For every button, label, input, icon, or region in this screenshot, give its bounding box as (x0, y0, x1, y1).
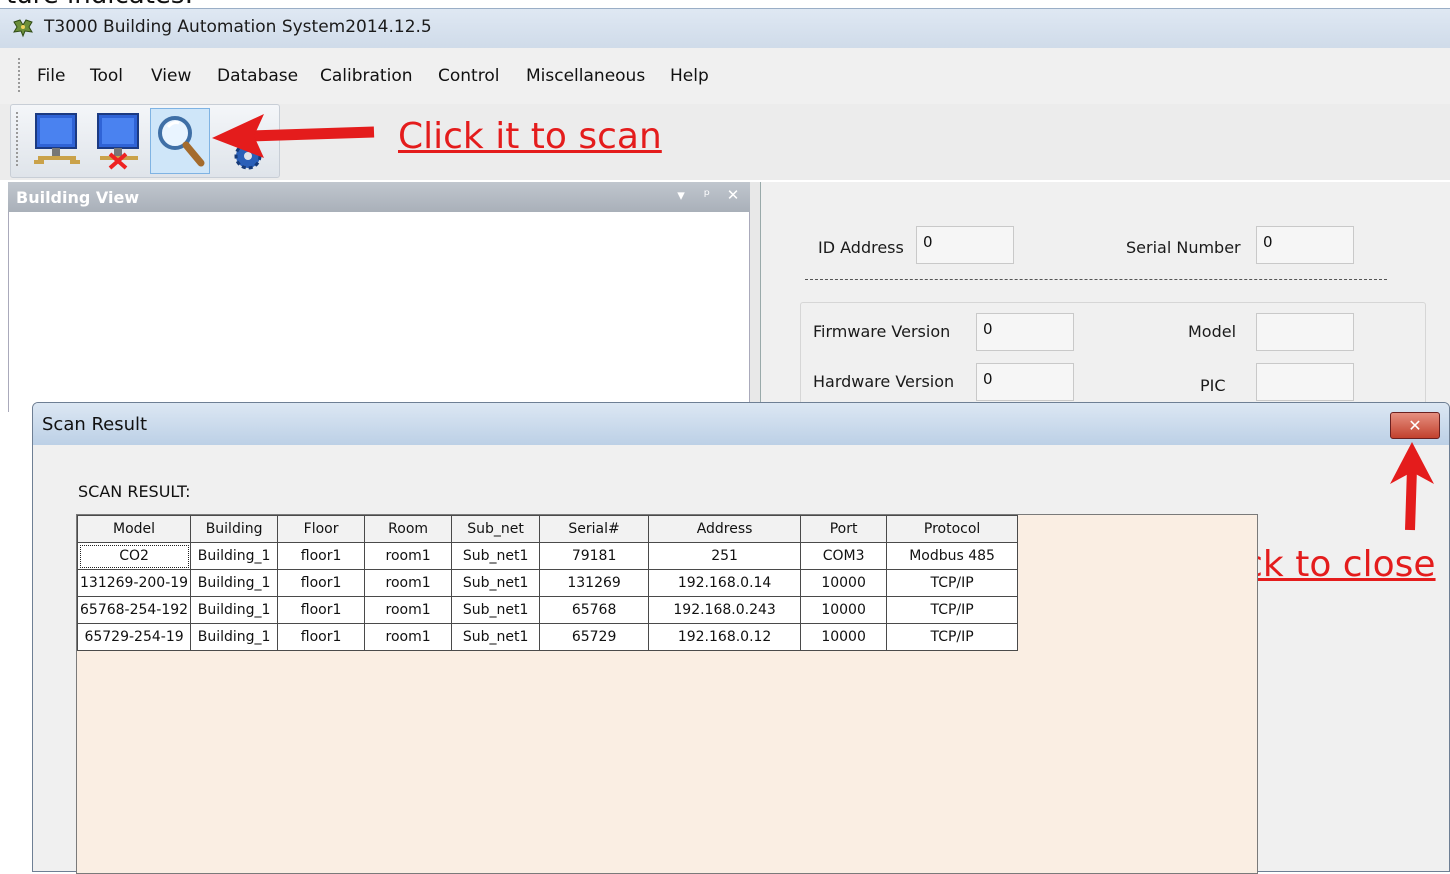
column-header-address[interactable]: Address (648, 515, 802, 543)
table-row[interactable]: 65768-254-192 Building_1 floor1 room1 Su… (76, 596, 1019, 624)
table-cell[interactable]: TCP/IP (886, 569, 1019, 597)
table-cell[interactable]: Sub_net1 (451, 596, 541, 624)
table-cell[interactable]: room1 (364, 569, 453, 597)
disconnect-button[interactable] (92, 110, 148, 172)
scan-annotation: Click it to scan (398, 116, 662, 157)
table-cell[interactable]: 10000 (800, 596, 888, 624)
menu-control[interactable]: Control (438, 66, 499, 86)
network-computer-icon (34, 113, 80, 164)
connect-button[interactable] (30, 110, 86, 172)
table-cell[interactable]: CO2 (76, 542, 192, 570)
dialog-title: Scan Result (42, 414, 148, 435)
id-address-label: ID Address (818, 238, 904, 257)
scan-button[interactable] (150, 108, 210, 174)
firmware-version-label: Firmware Version (813, 322, 951, 341)
pane-close-icon[interactable]: ✕ (724, 186, 742, 204)
table-cell[interactable]: 251 (648, 542, 802, 570)
divider (805, 279, 1387, 280)
table-cell[interactable]: floor1 (277, 542, 366, 570)
column-header-floor[interactable]: Floor (277, 515, 366, 543)
app-logo-icon (13, 19, 33, 38)
pic-field[interactable] (1256, 363, 1354, 401)
serial-number-label: Serial Number (1126, 238, 1241, 257)
pane-splitter[interactable] (750, 182, 760, 412)
table-cell[interactable]: Sub_net1 (451, 569, 541, 597)
table-cell[interactable]: 65729-254-19 (76, 623, 192, 651)
table-cell[interactable]: 192.168.0.243 (648, 596, 802, 624)
model-label: Model (1188, 322, 1237, 341)
table-cell[interactable]: TCP/IP (886, 596, 1019, 624)
column-header-subnet[interactable]: Sub_net (451, 515, 541, 543)
toolbar-grip[interactable] (16, 112, 18, 168)
table-cell[interactable]: 65768 (539, 596, 650, 624)
menu-tool[interactable]: Tool (90, 66, 123, 86)
table-cell[interactable]: room1 (364, 542, 453, 570)
pic-label: PIC (1200, 376, 1226, 395)
table-cell[interactable]: room1 (364, 623, 453, 651)
table-cell[interactable]: 65768-254-192 (76, 596, 192, 624)
menu-miscellaneous[interactable]: Miscellaneous (526, 66, 645, 86)
menu-file[interactable]: File (37, 66, 65, 86)
table-cell[interactable]: floor1 (277, 569, 366, 597)
scan-result-table: Model Building Floor Room Sub_net Serial… (76, 515, 1019, 651)
building-view-tree[interactable] (8, 212, 750, 412)
table-row[interactable]: CO2 Building_1 floor1 room1 Sub_net1 791… (76, 542, 1019, 570)
table-cell[interactable]: 192.168.0.12 (648, 623, 802, 651)
table-cell[interactable]: 10000 (800, 569, 888, 597)
table-cell[interactable]: 79181 (539, 542, 650, 570)
magnifier-icon (158, 116, 205, 167)
menu-help[interactable]: Help (670, 66, 709, 86)
window-title: T3000 Building Automation System2014.12.… (44, 17, 432, 37)
serial-number-field[interactable]: 0 (1256, 226, 1354, 264)
table-cell[interactable]: floor1 (277, 596, 366, 624)
table-cell[interactable]: Sub_net1 (451, 542, 541, 570)
pane-pin-icon[interactable]: ᵖ (698, 186, 716, 204)
hardware-version-label: Hardware Version (813, 372, 955, 391)
disconnected-computer-icon (97, 113, 139, 170)
menu-calibration[interactable]: Calibration (320, 66, 413, 86)
table-cell[interactable]: Building_1 (190, 596, 279, 624)
table-cell[interactable]: 131269-200-19 (76, 569, 192, 597)
table-cell[interactable]: Modbus 485 (886, 542, 1019, 570)
table-cell[interactable]: Building_1 (190, 569, 279, 597)
column-header-serial[interactable]: Serial# (539, 515, 650, 543)
pane-menu-chevron-icon[interactable]: ▾ (672, 186, 690, 204)
table-header-row: Model Building Floor Room Sub_net Serial… (76, 515, 1019, 543)
table-cell[interactable]: Sub_net1 (451, 623, 541, 651)
building-view-title: Building View (16, 188, 140, 207)
table-cell[interactable]: Building_1 (190, 623, 279, 651)
menu-view[interactable]: View (151, 66, 191, 86)
column-header-building[interactable]: Building (190, 515, 279, 543)
dialog-title-bar[interactable] (33, 403, 1449, 445)
table-cell[interactable]: room1 (364, 596, 453, 624)
column-header-protocol[interactable]: Protocol (886, 515, 1019, 543)
table-cell[interactable]: TCP/IP (886, 623, 1019, 651)
close-arrow-icon (1390, 442, 1434, 531)
column-header-port[interactable]: Port (800, 515, 888, 543)
table-cell[interactable]: floor1 (277, 623, 366, 651)
table-cell[interactable]: 131269 (539, 569, 650, 597)
table-cell[interactable]: Building_1 (190, 542, 279, 570)
column-header-room[interactable]: Room (364, 515, 453, 543)
menu-database[interactable]: Database (217, 66, 298, 86)
menu-grip[interactable] (18, 58, 20, 94)
table-row[interactable]: 65729-254-19 Building_1 floor1 room1 Sub… (76, 623, 1019, 651)
scan-arrow-icon (212, 114, 375, 158)
column-header-model[interactable]: Model (76, 515, 192, 543)
firmware-version-field[interactable]: 0 (976, 313, 1074, 351)
table-cell[interactable]: COM3 (800, 542, 888, 570)
table-cell[interactable]: 65729 (539, 623, 650, 651)
table-cell[interactable]: 192.168.0.14 (648, 569, 802, 597)
table-row[interactable]: 131269-200-19 Building_1 floor1 room1 Su… (76, 569, 1019, 597)
hardware-version-field[interactable]: 0 (976, 363, 1074, 401)
model-field[interactable] (1256, 313, 1354, 351)
table-cell[interactable]: 10000 (800, 623, 888, 651)
id-address-field[interactable]: 0 (916, 226, 1014, 264)
scan-result-heading: SCAN RESULT: (78, 482, 191, 501)
dialog-close-button[interactable]: ✕ (1390, 412, 1440, 439)
